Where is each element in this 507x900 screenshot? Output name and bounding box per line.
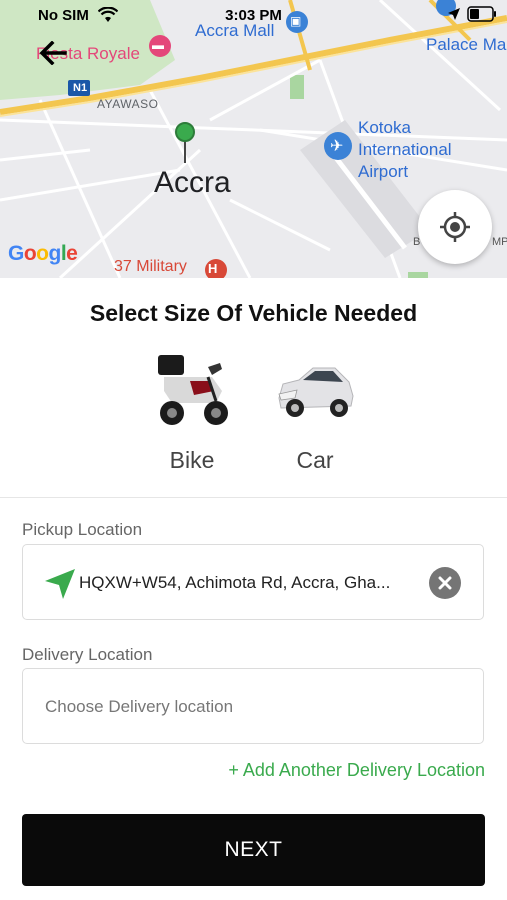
clock: 3:03 PM bbox=[225, 7, 282, 24]
navigation-arrow-icon bbox=[45, 569, 75, 599]
status-bar: No SIM 3:03 PM bbox=[0, 0, 507, 32]
my-location-button[interactable] bbox=[418, 190, 492, 264]
google-attribution: Google bbox=[8, 242, 78, 265]
close-icon bbox=[438, 576, 452, 590]
map-edge-label-2: MP bbox=[492, 236, 507, 248]
arrow-left-icon bbox=[39, 41, 67, 65]
car-icon bbox=[260, 345, 370, 433]
battery-icon bbox=[467, 6, 496, 22]
bike-icon bbox=[137, 345, 247, 433]
poi-palace-label: Palace Ma bbox=[426, 35, 507, 54]
next-button[interactable]: NEXT bbox=[22, 814, 485, 886]
delivery-field[interactable]: Choose Delivery location bbox=[22, 668, 484, 744]
pickup-label: Pickup Location bbox=[22, 520, 143, 539]
vehicle-option-car[interactable]: Car bbox=[260, 345, 370, 474]
back-button[interactable] bbox=[36, 36, 70, 70]
pickup-field[interactable]: HQXW+W54, Achimota Rd, Accra, Gha... bbox=[22, 544, 484, 620]
delivery-placeholder[interactable]: Choose Delivery location bbox=[45, 669, 233, 745]
crosshair-icon bbox=[440, 212, 470, 242]
city-label: Accra bbox=[154, 166, 231, 199]
airport-label: Kotoka International Airport bbox=[358, 118, 452, 181]
airplane-icon: ✈ bbox=[330, 138, 344, 155]
road-badge: N1 bbox=[73, 82, 88, 94]
clear-pickup-button[interactable] bbox=[429, 567, 461, 599]
hospital-icon: H bbox=[208, 261, 218, 276]
section-divider bbox=[0, 497, 507, 498]
add-delivery-location-link[interactable]: + Add Another Delivery Location bbox=[228, 760, 485, 781]
car-label: Car bbox=[296, 447, 334, 473]
page-title: Select Size Of Vehicle Needed bbox=[89, 300, 418, 326]
delivery-label: Delivery Location bbox=[22, 645, 153, 664]
poi-military-label: 37 Military bbox=[114, 258, 187, 275]
pickup-value[interactable]: HQXW+W54, Achimota Rd, Accra, Gha... bbox=[79, 545, 429, 621]
map-view[interactable]: N1 Fiesta Royale ▬ Accra Mall ▣ Palace M… bbox=[0, 0, 507, 278]
district-label: AYAWASO bbox=[97, 97, 159, 111]
bed-icon: ▬ bbox=[152, 38, 164, 52]
vehicle-option-bike[interactable]: Bike bbox=[137, 345, 247, 474]
status-right bbox=[447, 6, 497, 22]
location-arrow-icon bbox=[448, 8, 460, 20]
bike-label: Bike bbox=[169, 447, 215, 473]
